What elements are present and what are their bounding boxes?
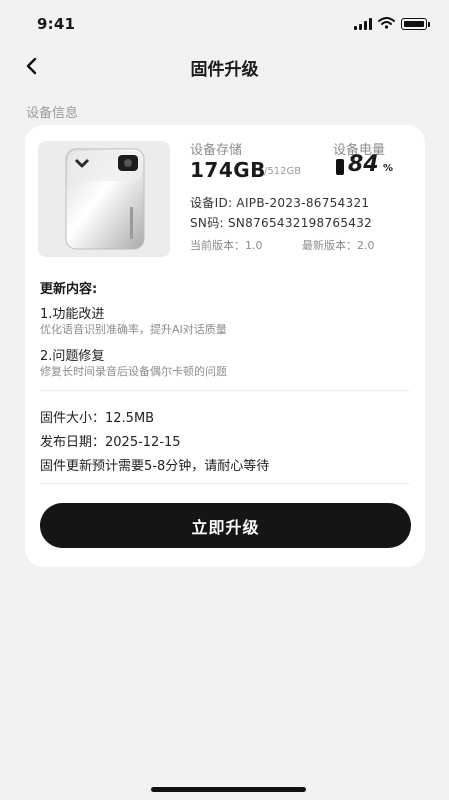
firmware-size: 固件大小：12.5MB	[40, 411, 155, 426]
update-item-title: 2.问题修复	[40, 349, 105, 364]
upgrade-now-button[interactable]: 立即升级	[40, 503, 411, 548]
current-version: 当前版本：1.0	[190, 239, 263, 252]
device-id: 设备ID: AIPB-2023-86754321	[190, 196, 370, 210]
update-content-title: 更新内容:	[40, 282, 98, 297]
wifi-icon	[378, 14, 395, 33]
device-image	[38, 141, 170, 257]
storage-label: 设备存储	[190, 143, 243, 158]
storage-total: /512GB	[264, 166, 302, 177]
divider	[40, 390, 410, 391]
device-sn: SN码: SN8765432198765432	[190, 216, 373, 230]
cellular-signal-icon	[354, 17, 372, 30]
status-bar: 9:41	[0, 0, 449, 44]
release-date: 发布日期：2025-12-15	[40, 435, 181, 450]
storage-used: 174GB	[190, 158, 266, 182]
nav-bar: 固件升级	[0, 44, 449, 88]
update-item-title: 1.功能改进	[40, 307, 105, 322]
update-item-desc: 优化语音识别准确率，提升AI对话质量	[40, 323, 227, 336]
divider	[40, 483, 410, 484]
battery-unit: %	[383, 163, 394, 174]
update-item-desc: 修复长时间录音后设备偶尔卡顿的问题	[40, 365, 227, 378]
battery-icon	[401, 17, 430, 30]
home-indicator	[151, 787, 306, 792]
section-label-device-info: 设备信息	[26, 106, 79, 121]
battery-level-icon	[336, 159, 344, 175]
battery-percent: 84	[348, 152, 379, 177]
page-title: 固件升级	[190, 60, 259, 80]
status-icons	[354, 14, 430, 33]
latest-version: 最新版本：2.0	[302, 239, 375, 252]
device-card: 设备存储 174GB /512GB 设备电量 84 % 设备ID: AIPB-2…	[25, 125, 425, 567]
update-estimate: 固件更新预计需要5-8分钟，请耐心等待	[40, 459, 270, 474]
status-time: 9:41	[37, 15, 76, 33]
